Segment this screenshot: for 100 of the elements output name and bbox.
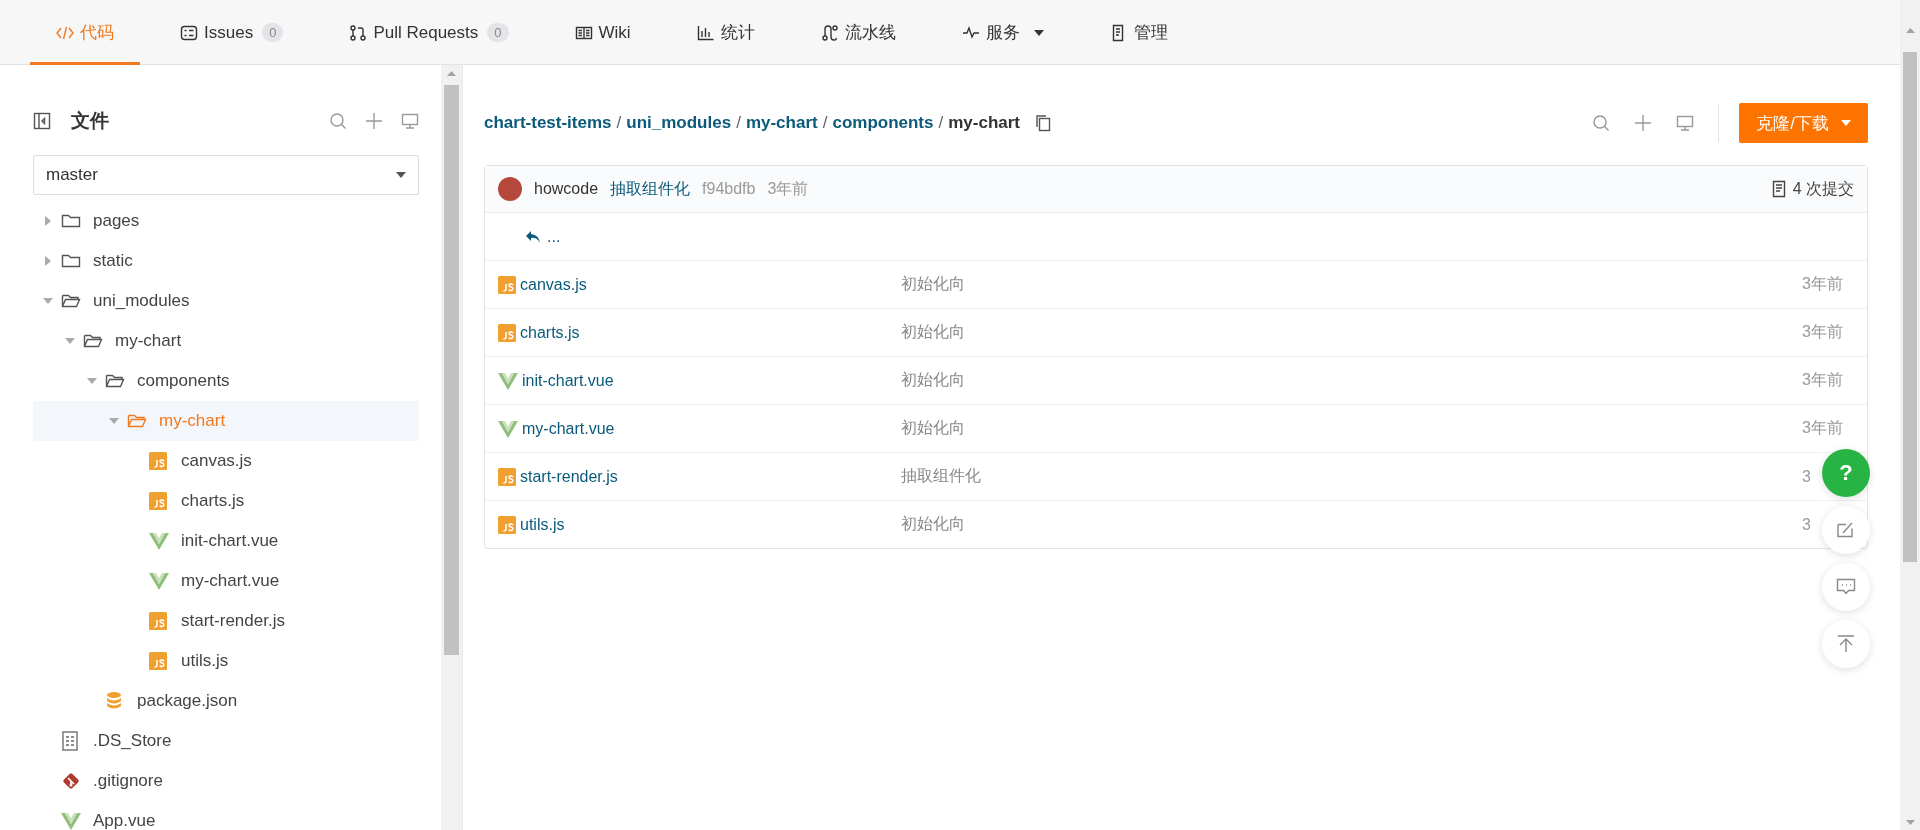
folder-item[interactable]: pages <box>33 201 419 241</box>
file-item[interactable]: package.json <box>33 681 419 721</box>
document-icon[interactable] <box>1770 180 1787 198</box>
file-item[interactable]: charts.js <box>33 481 419 521</box>
js-file-icon <box>498 323 516 342</box>
file-item[interactable]: .DS_Store <box>33 721 419 761</box>
pipeline-icon <box>820 23 839 42</box>
modified-time: 3年前 <box>1802 323 1843 340</box>
nav-tab[interactable]: Wiki <box>548 0 657 65</box>
plus-icon[interactable] <box>365 112 383 130</box>
file-icon <box>61 731 79 751</box>
js-file-icon <box>149 452 167 470</box>
file-link[interactable]: start-render.js <box>520 467 618 486</box>
file-link[interactable]: my-chart.vue <box>522 419 615 438</box>
js-file-icon <box>149 612 167 630</box>
avatar[interactable] <box>498 177 522 201</box>
file-item[interactable]: start-render.js <box>33 601 419 641</box>
nav-tab[interactable]: Pull Requests 0 <box>323 0 535 65</box>
path-separator: / <box>736 113 741 133</box>
caret-icon <box>1841 120 1851 126</box>
open-folder-icon <box>83 333 103 349</box>
file-item[interactable]: canvas.js <box>33 441 419 481</box>
expanded-caret-icon[interactable] <box>87 378 97 384</box>
sidebar-title: 文件 <box>71 109 110 133</box>
scroll-up-icon[interactable] <box>447 70 456 76</box>
path-separator: / <box>822 113 828 133</box>
path-separator: / <box>938 113 944 133</box>
reply-arrow-icon[interactable] <box>525 229 541 244</box>
breadcrumb-link[interactable]: chart-test-items <box>484 113 612 133</box>
nav-tab[interactable]: Issues 0 <box>154 0 310 65</box>
scrollbar-thumb[interactable] <box>1903 52 1917 562</box>
commit-message[interactable]: 初始化向 <box>901 419 965 436</box>
chat-icon <box>1836 577 1856 597</box>
expanded-caret-icon[interactable] <box>109 418 119 424</box>
collapsed-caret-icon[interactable] <box>45 256 51 266</box>
commit-message[interactable]: 抽取组件化 <box>901 467 981 484</box>
scroll-up-icon[interactable] <box>1905 27 1915 33</box>
vue-file-icon <box>149 532 169 550</box>
commit-message[interactable]: 抽取组件化 <box>610 178 691 200</box>
commit-message[interactable]: 初始化向 <box>901 323 965 340</box>
modified-time: 3年前 <box>1802 419 1843 436</box>
nav-tab[interactable]: 流水线 <box>794 0 922 65</box>
back-to-top-icon <box>1836 634 1856 654</box>
vue-file-icon <box>498 371 518 390</box>
branch-merge-icon <box>349 23 368 42</box>
plus-icon[interactable] <box>1634 114 1653 132</box>
modified-time: 3年前 <box>1802 371 1843 388</box>
top-button[interactable] <box>1822 620 1870 668</box>
commit-message[interactable]: 初始化向 <box>901 275 965 292</box>
search-icon[interactable] <box>1592 114 1611 132</box>
commit-author[interactable]: howcode <box>534 180 599 198</box>
parent-folder-link[interactable]: ... <box>547 227 561 246</box>
folder-item[interactable]: components <box>33 361 419 401</box>
js-file-icon <box>149 652 167 670</box>
collapsed-caret-icon[interactable] <box>45 216 51 226</box>
file-link[interactable]: init-chart.vue <box>522 371 614 390</box>
folder-item[interactable]: static <box>33 241 419 281</box>
file-link[interactable]: utils.js <box>520 515 565 534</box>
edit-button[interactable] <box>1822 506 1870 554</box>
breadcrumb-link[interactable]: my-chart <box>745 113 818 133</box>
modified-time: 3 <box>1802 515 1811 533</box>
commit-count[interactable]: 4 次提交 <box>1792 178 1854 200</box>
folder-item[interactable]: my-chart <box>33 321 419 361</box>
panel-toggle-icon[interactable] <box>33 112 51 130</box>
monitor-icon[interactable] <box>401 112 419 130</box>
dropdown-caret-icon <box>396 172 406 178</box>
copy-icon[interactable] <box>1035 114 1052 132</box>
commit-message[interactable]: 初始化向 <box>901 371 965 388</box>
commit-time: 3年前 <box>767 178 809 199</box>
comment-button[interactable] <box>1822 563 1870 611</box>
monitor-icon[interactable] <box>1676 114 1695 132</box>
folder-item[interactable]: uni_modules <box>33 281 419 321</box>
file-item[interactable]: utils.js <box>33 641 419 681</box>
file-item[interactable]: init-chart.vue <box>33 521 419 561</box>
database-icon <box>105 691 123 711</box>
scrollbar-thumb[interactable] <box>444 85 459 655</box>
file-item[interactable]: App.vue <box>33 801 419 830</box>
commit-message[interactable]: 初始化向 <box>901 515 965 532</box>
file-item[interactable]: my-chart.vue <box>33 561 419 601</box>
scroll-down-icon[interactable] <box>1905 819 1915 825</box>
branch-select[interactable]: master <box>33 155 419 195</box>
current-folder: my-chart <box>948 113 1021 133</box>
js-file-icon <box>498 275 516 294</box>
open-folder-icon <box>105 373 125 389</box>
count-badge: 0 <box>487 23 509 42</box>
nav-tab[interactable]: 服务 <box>935 0 1070 65</box>
breadcrumb-link[interactable]: components <box>832 113 934 133</box>
expanded-caret-icon[interactable] <box>65 338 75 344</box>
nav-tab[interactable]: 管理 <box>1083 0 1194 65</box>
js-file-icon <box>498 515 516 534</box>
file-link[interactable]: charts.js <box>520 323 580 342</box>
breadcrumb-link[interactable]: uni_modules <box>626 113 732 133</box>
count-badge: 0 <box>262 23 284 42</box>
nav-tab[interactable]: 统计 <box>670 0 781 65</box>
expanded-caret-icon[interactable] <box>43 298 53 304</box>
edit-icon <box>1836 520 1856 540</box>
file-link[interactable]: canvas.js <box>520 275 587 294</box>
search-icon[interactable] <box>329 112 347 130</box>
folder-icon <box>61 253 81 269</box>
file-item[interactable]: .gitignore <box>33 761 419 801</box>
